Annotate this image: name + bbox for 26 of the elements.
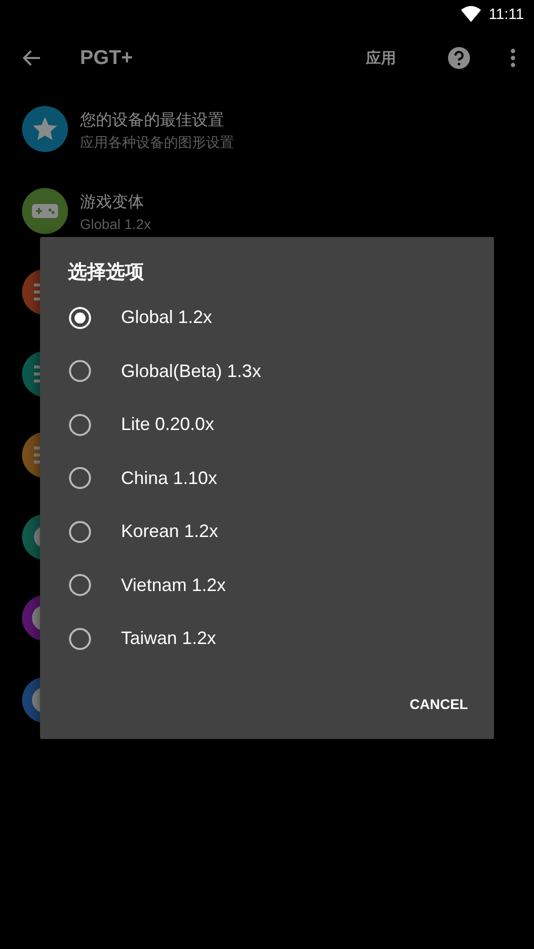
option-item[interactable]: Global 1.2x <box>40 291 494 344</box>
setting-title: 您的设备的最佳设置 <box>80 109 225 131</box>
setting-subtitle: Global 1.2x <box>80 214 151 234</box>
dialog-title: 选择选项 <box>67 260 145 285</box>
radio-button[interactable] <box>68 412 92 437</box>
radio-button[interactable] <box>68 573 92 598</box>
cancel-button[interactable]: CANCEL <box>402 688 476 720</box>
option-item[interactable]: Global(Beta) 1.3x <box>40 344 494 398</box>
radio-button[interactable] <box>68 626 92 651</box>
wifi-icon <box>460 6 481 22</box>
radio-button[interactable] <box>68 359 92 384</box>
apply-button[interactable]: 应用 <box>366 48 396 68</box>
option-item[interactable]: Korean 1.2x <box>40 505 494 558</box>
back-arrow-icon[interactable] <box>23 50 41 66</box>
option-item[interactable]: Taiwan 1.2x <box>40 612 494 666</box>
app-title: PGT+ <box>80 46 134 70</box>
option-item[interactable]: Lite 0.20.0x <box>40 398 494 452</box>
more-icon[interactable] <box>510 48 516 68</box>
option-item[interactable]: Vietnam 1.2x <box>40 558 494 612</box>
option-item[interactable]: China 1.10x <box>40 452 494 505</box>
radio-button[interactable] <box>68 520 92 544</box>
setting-subtitle: 应用各种设备的图形设置 <box>80 133 234 152</box>
setting-title: 游戏变体 <box>80 190 145 212</box>
radio-button[interactable] <box>68 466 92 490</box>
help-icon[interactable] <box>448 47 470 69</box>
status-time: 11:11 <box>488 6 524 22</box>
